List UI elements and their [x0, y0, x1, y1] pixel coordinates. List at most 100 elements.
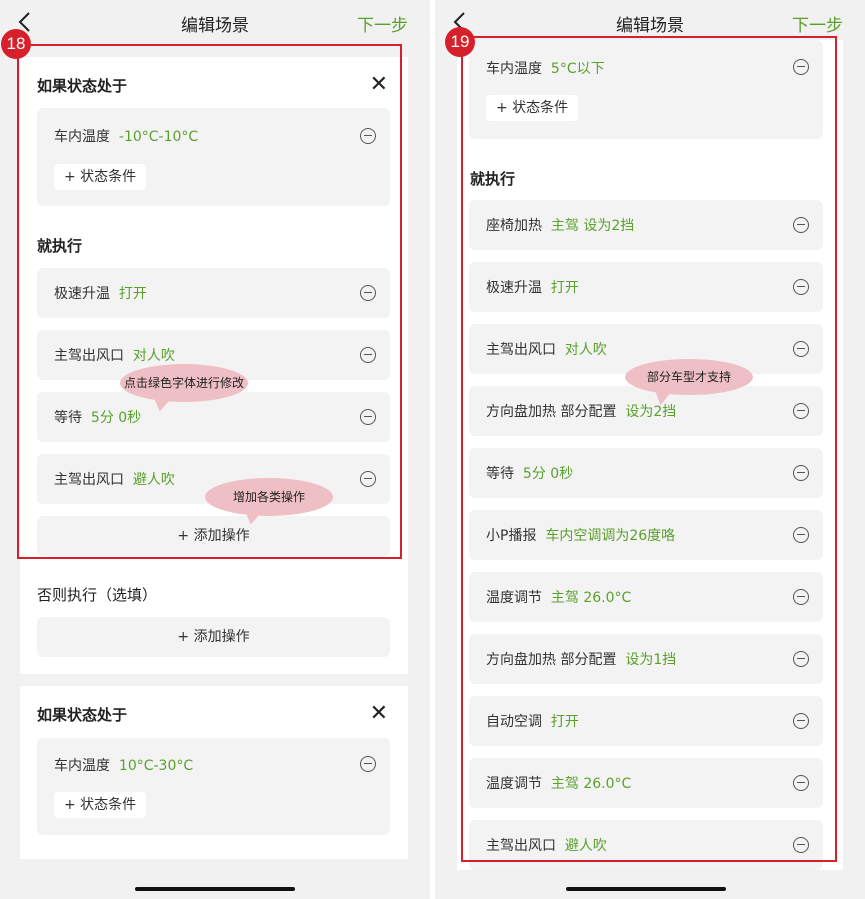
action-value[interactable]: 设为2挡: [625, 404, 676, 420]
next-step-button[interactable]: 下一步: [792, 11, 843, 36]
right-screen: 编辑场景 下一步 车内温度 5°C以下 + 状态条件 就执行 座椅加热 主驾 设…: [435, 0, 865, 899]
home-indicator: [566, 887, 726, 891]
add-action-button[interactable]: + 添加操作: [37, 516, 390, 556]
action-row[interactable]: 方向盘加热 部分配置 设为1挡: [469, 634, 823, 684]
remove-icon[interactable]: [793, 589, 809, 605]
action-value[interactable]: 主驾 26.0°C: [551, 776, 631, 792]
remove-icon[interactable]: [793, 837, 809, 853]
remove-icon[interactable]: [793, 279, 809, 295]
condition-box: 车内温度 10°C-30°C + 状态条件: [37, 738, 390, 835]
annotation-bubble: 增加各类操作: [205, 478, 333, 527]
action-value[interactable]: 对人吹: [565, 342, 607, 358]
action-label: 方向盘加热 部分配置: [486, 404, 617, 420]
remove-icon[interactable]: [360, 128, 376, 144]
action-row[interactable]: 温度调节 主驾 26.0°C: [469, 758, 823, 808]
action-label: 主驾出风口: [486, 838, 556, 854]
action-row[interactable]: 座椅加热 主驾 设为2挡: [469, 200, 823, 250]
remove-icon[interactable]: [360, 409, 376, 425]
action-label: 方向盘加热 部分配置: [486, 652, 617, 668]
action-value[interactable]: 避人吹: [133, 472, 175, 488]
action-label: 温度调节: [486, 590, 542, 606]
else-add-action-button[interactable]: + 添加操作: [37, 617, 390, 657]
add-condition-button[interactable]: + 状态条件: [486, 95, 579, 121]
else-section-title: 否则执行（选填）: [37, 586, 158, 604]
action-label: 主驾出风口: [54, 472, 124, 488]
action-value[interactable]: 对人吹: [133, 348, 175, 364]
condition-section-title: 如果状态处于: [37, 706, 128, 724]
remove-icon[interactable]: [360, 347, 376, 363]
action-value[interactable]: 5分 0秒: [523, 466, 573, 482]
action-row[interactable]: 极速升温 打开: [37, 268, 390, 318]
action-row[interactable]: 极速升温 打开: [469, 262, 823, 312]
remove-icon[interactable]: [360, 756, 376, 772]
action-label: 极速升温: [54, 286, 110, 302]
top-bar: 编辑场景 下一步: [435, 0, 865, 44]
action-value[interactable]: 打开: [551, 280, 579, 296]
condition-value[interactable]: 5°C以下: [551, 61, 605, 77]
condition-value[interactable]: -10°C-10°C: [119, 129, 198, 145]
action-value[interactable]: 5分 0秒: [91, 410, 141, 426]
action-value[interactable]: 主驾 26.0°C: [551, 590, 631, 606]
action-value[interactable]: 打开: [119, 286, 147, 302]
step-badge: 19: [445, 27, 475, 57]
action-row[interactable]: 小P播报 车内空调调为26度咯: [469, 510, 823, 560]
action-value[interactable]: 打开: [551, 714, 579, 730]
home-indicator: [135, 887, 295, 891]
action-label: 等待: [486, 466, 514, 482]
annotation-text: 增加各类操作: [232, 490, 305, 504]
remove-icon[interactable]: [793, 59, 809, 75]
annotation-bubble: 点击绿色字体进行修改: [120, 364, 248, 414]
action-row[interactable]: 等待 5分 0秒: [469, 448, 823, 498]
action-row[interactable]: 自动空调 打开: [469, 696, 823, 746]
action-row[interactable]: 方向盘加热 部分配置 设为2挡: [469, 386, 823, 436]
action-label: 极速升温: [486, 280, 542, 296]
action-label: 自动空调: [486, 714, 542, 730]
remove-icon[interactable]: [360, 285, 376, 301]
remove-icon[interactable]: [793, 341, 809, 357]
condition-label: 车内温度: [54, 129, 110, 145]
step-badge: 18: [1, 29, 31, 59]
left-screen: 编辑场景 下一步 如果状态处于 ✕ 车内温度 -10°C-10°C + 状态条件…: [0, 0, 430, 899]
condition-value[interactable]: 10°C-30°C: [119, 758, 193, 774]
top-bar: 编辑场景 下一步: [0, 0, 430, 44]
condition-box: 车内温度 -10°C-10°C + 状态条件: [37, 108, 390, 206]
annotation-text: 点击绿色字体进行修改: [123, 376, 244, 390]
condition-box: 车内温度 5°C以下 + 状态条件: [469, 40, 823, 139]
remove-icon[interactable]: [793, 713, 809, 729]
remove-icon[interactable]: [793, 527, 809, 543]
remove-icon[interactable]: [360, 471, 376, 487]
action-label: 座椅加热: [486, 218, 542, 234]
close-icon[interactable]: ✕: [370, 74, 388, 96]
action-row[interactable]: 主驾出风口 避人吹: [469, 820, 823, 870]
execute-section-title: 就执行: [37, 237, 83, 255]
action-value[interactable]: 设为1挡: [625, 652, 676, 668]
condition-item[interactable]: 车内温度 10°C-30°C: [54, 755, 193, 775]
close-icon[interactable]: ✕: [370, 703, 388, 725]
action-value[interactable]: 避人吹: [565, 838, 607, 854]
scene-card-2: 如果状态处于 ✕ 车内温度 10°C-30°C + 状态条件: [20, 686, 408, 859]
action-value[interactable]: 车内空调调为26度咯: [545, 528, 675, 544]
condition-item[interactable]: 车内温度 5°C以下: [486, 58, 605, 78]
remove-icon[interactable]: [793, 465, 809, 481]
add-condition-button[interactable]: + 状态条件: [54, 164, 147, 190]
action-value[interactable]: 主驾 设为2挡: [551, 218, 634, 234]
remove-icon[interactable]: [793, 651, 809, 667]
condition-item[interactable]: 车内温度 -10°C-10°C: [54, 126, 198, 146]
condition-label: 车内温度: [54, 758, 110, 774]
annotation-text: 部分车型才支持: [646, 370, 731, 384]
action-label: 主驾出风口: [54, 348, 124, 364]
add-condition-button[interactable]: + 状态条件: [54, 792, 147, 818]
action-label: 小P播报: [486, 528, 537, 544]
condition-label: 车内温度: [486, 61, 542, 77]
execute-section-title: 就执行: [470, 170, 516, 188]
action-label: 主驾出风口: [486, 342, 556, 358]
action-row[interactable]: 温度调节 主驾 26.0°C: [469, 572, 823, 622]
action-label: 温度调节: [486, 776, 542, 792]
annotation-bubble: 部分车型才支持: [625, 359, 753, 408]
scene-card: 车内温度 5°C以下 + 状态条件 就执行 座椅加热 主驾 设为2挡 极速升温 …: [457, 40, 843, 870]
next-step-button[interactable]: 下一步: [357, 11, 408, 36]
action-label: 等待: [54, 410, 82, 426]
remove-icon[interactable]: [793, 217, 809, 233]
remove-icon[interactable]: [793, 403, 809, 419]
remove-icon[interactable]: [793, 775, 809, 791]
